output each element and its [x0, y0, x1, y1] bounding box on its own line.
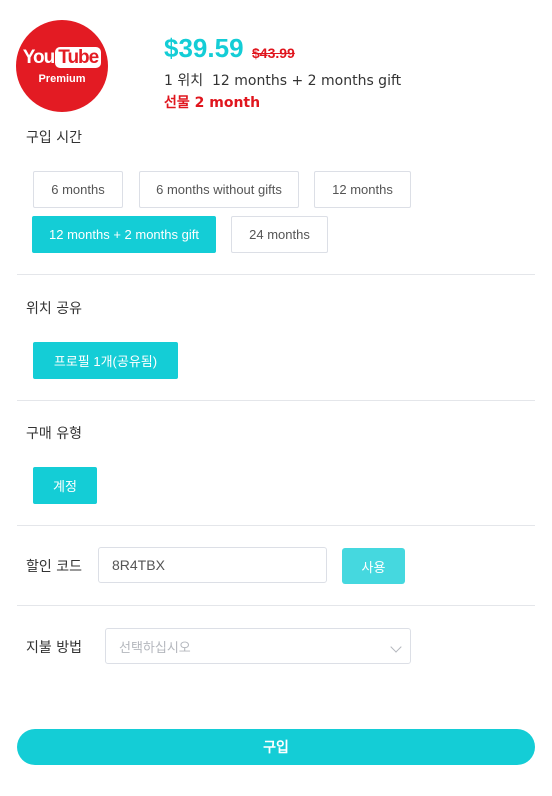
divider — [17, 274, 535, 275]
duration-option-12-months-gift[interactable]: 12 months + 2 months gift — [32, 216, 216, 253]
logo-you-text: You — [22, 47, 56, 68]
duration-option-24-months[interactable]: 24 months — [231, 216, 328, 253]
product-summary: 1 위치 12 months + 2 months gift — [164, 73, 402, 89]
duration-option-12-months[interactable]: 12 months — [314, 171, 411, 208]
duration-option-6-months-no-gift[interactable]: 6 months without gifts — [139, 171, 299, 208]
buy-button[interactable]: 구입 — [17, 729, 535, 765]
duration-option-6-months[interactable]: 6 months — [33, 171, 123, 208]
duration-label: 구입 시간 — [26, 130, 82, 146]
gift-note: 선물 2 month — [164, 95, 261, 111]
payment-select-placeholder: 선택하십시오 — [119, 639, 191, 655]
divider — [17, 400, 535, 401]
logo-subtitle: Premium — [38, 73, 86, 85]
youtube-premium-logo: You Tube Premium — [16, 20, 108, 112]
divider — [17, 525, 535, 526]
payment-label: 지불 방법 — [26, 640, 82, 656]
current-price: $39.59 — [164, 33, 244, 63]
chevron-down-icon — [390, 641, 402, 653]
logo-wordmark: You Tube — [16, 47, 108, 69]
coupon-input[interactable]: 8R4TBX — [98, 547, 327, 583]
divider — [17, 605, 535, 606]
apply-coupon-button[interactable]: 사용 — [342, 548, 405, 584]
logo-tube-text: Tube — [55, 47, 102, 68]
original-price: $43.99 — [252, 45, 295, 61]
coupon-label: 할인 코드 — [26, 559, 82, 575]
purchase-type-label: 구매 유형 — [26, 426, 82, 442]
sharing-option-shared-profile[interactable]: 프로필 1개(공유됨) — [33, 342, 178, 379]
purchase-type-option-account[interactable]: 계정 — [33, 467, 97, 504]
payment-method-select[interactable]: 선택하십시오 — [105, 628, 411, 664]
sharing-label: 위치 공유 — [26, 301, 82, 317]
